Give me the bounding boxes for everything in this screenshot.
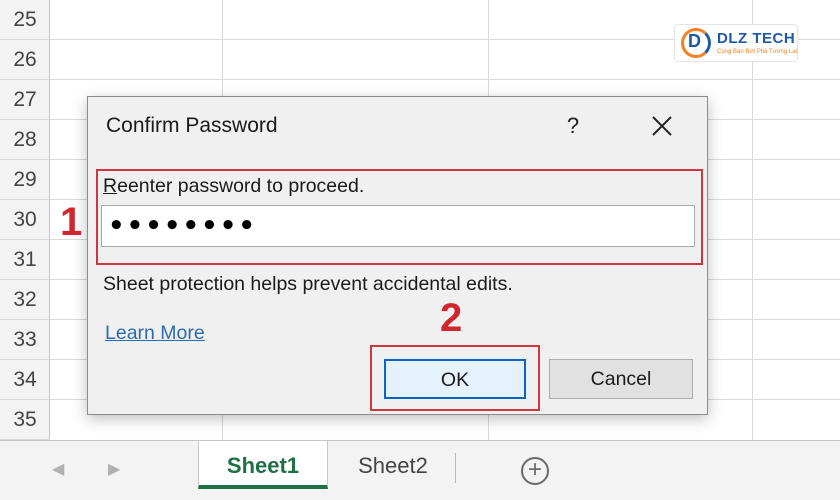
logo-tagline: Cùng Bạn Bứt Phá Tương Lai xyxy=(717,49,797,55)
row-header[interactable]: 30 xyxy=(0,200,50,240)
add-sheet-icon[interactable]: + xyxy=(521,457,549,485)
cancel-button[interactable]: Cancel xyxy=(549,359,693,399)
highlight-box-step1 xyxy=(96,169,703,265)
dialog-title: Confirm Password xyxy=(106,114,278,137)
highlight-box-step2 xyxy=(370,345,540,411)
logo-name: DLZ TECH xyxy=(717,30,796,47)
grid-line xyxy=(50,79,840,80)
sheet-tab-sheet2[interactable]: Sheet2 xyxy=(334,441,452,489)
row-header[interactable]: 28 xyxy=(0,120,50,160)
row-headers: 25 26 27 28 29 30 31 32 33 34 35 xyxy=(0,0,50,440)
brand-logo: D DLZ TECH Cùng Bạn Bứt Phá Tương Lai xyxy=(674,24,798,62)
step-number-2: 2 xyxy=(440,296,463,340)
row-header[interactable]: 26 xyxy=(0,40,50,80)
confirm-password-dialog: Confirm Password ? Reenter password to p… xyxy=(87,96,708,415)
close-icon xyxy=(652,116,672,136)
sheet-tab-bar: ◀ ▶ Sheet1 Sheet2 + xyxy=(0,440,840,500)
row-header[interactable]: 35 xyxy=(0,400,50,440)
tab-divider xyxy=(455,453,456,483)
close-button[interactable] xyxy=(644,109,680,143)
sheet-tab-sheet1[interactable]: Sheet1 xyxy=(198,441,328,489)
prev-sheet-icon[interactable]: ◀ xyxy=(52,459,64,479)
learn-more-link[interactable]: Learn More xyxy=(105,322,205,345)
row-header[interactable]: 25 xyxy=(0,0,50,40)
step-number-1: 1 xyxy=(60,200,83,244)
logo-letter: D xyxy=(688,31,701,51)
help-button[interactable]: ? xyxy=(556,109,590,143)
row-header[interactable]: 31 xyxy=(0,240,50,280)
next-sheet-icon[interactable]: ▶ xyxy=(108,459,120,479)
row-header[interactable]: 29 xyxy=(0,160,50,200)
grid-line xyxy=(752,0,753,440)
row-header[interactable]: 34 xyxy=(0,360,50,400)
info-text: Sheet protection helps prevent accidenta… xyxy=(103,273,513,295)
row-header[interactable]: 32 xyxy=(0,280,50,320)
row-header[interactable]: 33 xyxy=(0,320,50,360)
row-header[interactable]: 27 xyxy=(0,80,50,120)
